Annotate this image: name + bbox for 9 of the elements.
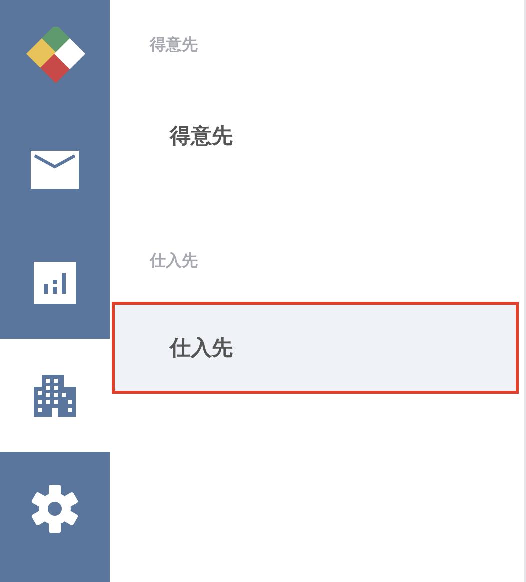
menu-item[interactable]: 仕入先 xyxy=(112,302,519,394)
section-header: 得意先 xyxy=(150,34,199,56)
building-icon xyxy=(34,374,76,416)
section-header: 仕入先 xyxy=(150,250,199,272)
menu-item[interactable]: 得意先 xyxy=(112,90,519,182)
settings-icon xyxy=(31,484,79,532)
mail-icon xyxy=(31,150,79,188)
bar-chart-icon xyxy=(34,262,76,304)
sidebar-tab[interactable] xyxy=(0,339,110,452)
